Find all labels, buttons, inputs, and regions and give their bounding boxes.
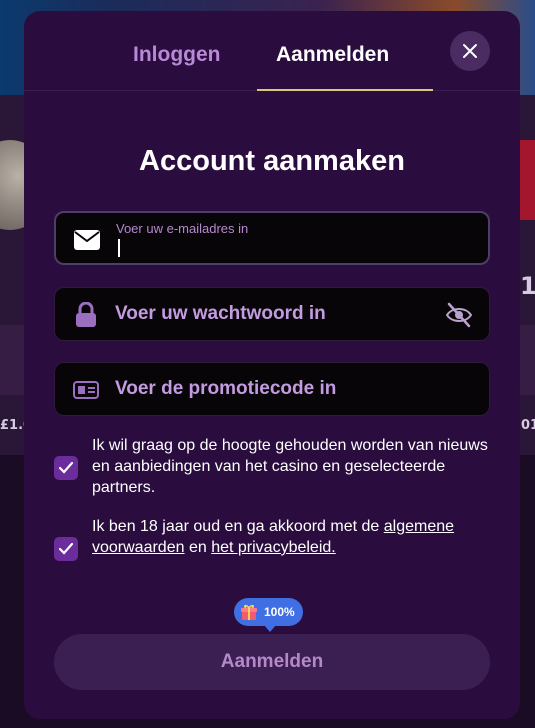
page-title: Account aanmaken bbox=[139, 145, 405, 177]
privacy-link[interactable]: het privacybeleid. bbox=[211, 539, 336, 556]
terms-middle: en bbox=[188, 539, 207, 556]
terms-prefix: Ik ben 18 jaar oud en ga akkoord met de bbox=[92, 518, 380, 535]
tab-signup[interactable]: Aanmelden bbox=[276, 43, 389, 67]
lock-icon bbox=[73, 302, 99, 327]
checkmark-icon bbox=[59, 462, 73, 474]
newsletter-text: Ik wil graag op de hoogte gehouden worde… bbox=[92, 437, 488, 496]
promo-placeholder: Voer de promotiecode in bbox=[115, 378, 337, 399]
background-edge-text: 01 bbox=[521, 418, 535, 433]
active-tab-indicator bbox=[257, 89, 433, 91]
signup-modal: Inloggen Aanmelden Account aanmaken Voer… bbox=[24, 11, 520, 719]
password-field[interactable]: Voer uw wachtwoord in bbox=[54, 287, 490, 341]
envelope-icon bbox=[74, 228, 100, 252]
eye-off-icon[interactable] bbox=[445, 302, 473, 328]
terms-text: Ik ben 18 jaar oud en ga akkoord met de … bbox=[92, 516, 502, 558]
email-field-label: Voer uw e-mailadres in bbox=[116, 221, 249, 236]
bonus-badge-text: 100% bbox=[264, 605, 295, 619]
signup-submit-button[interactable]: Aanmelden bbox=[54, 634, 490, 690]
gift-icon bbox=[241, 604, 257, 620]
text-caret bbox=[118, 239, 120, 257]
newsletter-consent: Ik wil graag op de hoogte gehouden worde… bbox=[54, 435, 494, 501]
close-button[interactable] bbox=[450, 31, 490, 71]
password-placeholder: Voer uw wachtwoord in bbox=[115, 303, 326, 324]
close-icon bbox=[463, 44, 477, 58]
auth-tabs: Inloggen Aanmelden bbox=[24, 11, 520, 91]
tab-login[interactable]: Inloggen bbox=[133, 43, 221, 67]
terms-consent: Ik ben 18 jaar oud en ga akkoord met de … bbox=[54, 516, 494, 582]
bonus-badge: 100% bbox=[234, 598, 303, 632]
promo-code-field[interactable]: Voer de promotiecode in bbox=[54, 362, 490, 416]
terms-checkbox[interactable] bbox=[54, 537, 78, 561]
checkmark-icon bbox=[59, 543, 73, 555]
newsletter-checkbox[interactable] bbox=[54, 456, 78, 480]
background-edge-text: 10 bbox=[520, 272, 535, 300]
email-field[interactable]: Voer uw e-mailadres in bbox=[54, 211, 490, 265]
ticket-icon bbox=[73, 378, 99, 402]
